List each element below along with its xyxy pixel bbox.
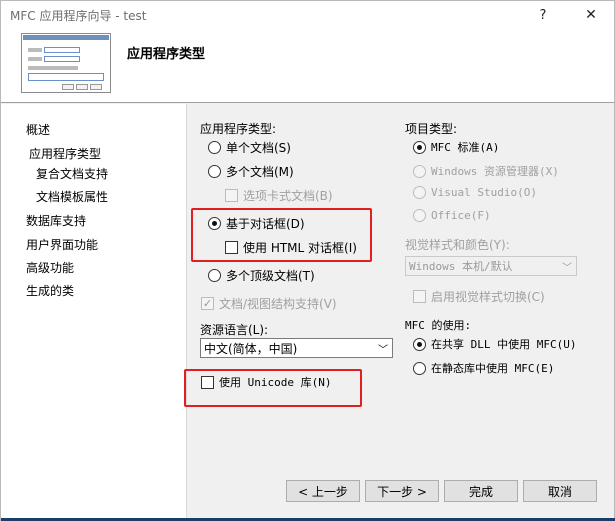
tabbed-documents-label: 选项卡式文档(B) <box>243 189 333 203</box>
options-panel: 应用程序类型: 单个文档(S) 多个文档(M) 选项卡式文档(B) 基于对话框(… <box>184 104 614 520</box>
tabbed-documents-checkbox[interactable] <box>225 189 238 202</box>
highlight-box-unicode <box>184 369 362 407</box>
chevron-down-icon: ﹀ <box>378 344 388 356</box>
mfc-use-label: MFC 的使用: <box>405 319 472 332</box>
help-button[interactable]: ? <box>520 1 566 29</box>
office-option[interactable]: Office(F) <box>413 209 491 222</box>
windows-explorer-option[interactable]: Windows 资源管理器(X) <box>413 163 559 179</box>
visual-style-label: 视觉样式和颜色(Y): <box>405 238 510 252</box>
visual-style-dropdown[interactable]: Windows 本机/默认 ﹀ <box>405 256 577 276</box>
multiple-toplevel-label: 多个顶级文档(T) <box>226 269 315 283</box>
nav-item-database-support[interactable]: 数据库支持 <box>26 212 86 229</box>
office-radio[interactable] <box>413 209 426 222</box>
next-button[interactable]: 下一步 > <box>365 480 439 502</box>
single-document-label: 单个文档(S) <box>226 141 291 155</box>
multiple-documents-radio[interactable] <box>208 165 221 178</box>
static-lib-label: 在静态库中使用 MFC(E) <box>431 362 555 375</box>
resource-language-dropdown[interactable]: 中文(简体，中国) ﹀ <box>200 338 393 358</box>
wizard-nav: 概述 应用程序类型 复合文档支持 文档模板属性 数据库支持 用户界面功能 高级功… <box>1 104 187 521</box>
doc-view-support-label: 文档/视图结构支持(V) <box>219 297 337 311</box>
close-button[interactable]: ✕ <box>568 1 614 29</box>
finish-button[interactable]: 完成 <box>444 480 518 502</box>
static-lib-radio[interactable] <box>413 361 426 375</box>
multiple-documents-label: 多个文档(M) <box>226 165 294 179</box>
title-bar: MFC 应用程序向导 - test ? ✕ <box>1 1 614 29</box>
windows-explorer-label: Windows 资源管理器(X) <box>431 165 559 178</box>
office-label: Office(F) <box>431 209 491 222</box>
mfc-standard-radio[interactable] <box>413 140 426 154</box>
app-type-label: 应用程序类型: <box>200 122 277 136</box>
mfc-standard-label: MFC 标准(A) <box>431 141 500 154</box>
shared-dll-label: 在共享 DLL 中使用 MFC(U) <box>431 338 577 351</box>
mfc-wizard-window: MFC 应用程序向导 - test ? ✕ 应用程序类型 概述 应用程序类型 复… <box>0 0 615 521</box>
chevron-down-icon: ﹀ <box>562 262 572 274</box>
wizard-banner: 应用程序类型 <box>1 29 614 103</box>
doc-view-support-checkbox[interactable]: ✓ <box>201 297 214 310</box>
visual-style-value: Windows 本机/默认 <box>409 260 513 273</box>
cancel-button[interactable]: 取消 <box>523 480 597 502</box>
dialog-preview-image <box>21 33 111 93</box>
page-title: 应用程序类型 <box>127 47 206 62</box>
enable-style-switch-option[interactable]: 启用视觉样式切换(C) <box>413 288 545 305</box>
visual-studio-label: Visual Studio(O) <box>431 186 537 199</box>
nav-item-compound-document[interactable]: 复合文档支持 <box>36 165 108 182</box>
shared-dll-radio[interactable] <box>413 337 426 351</box>
nav-item-advanced-features[interactable]: 高级功能 <box>26 259 74 276</box>
single-document-radio[interactable] <box>208 141 221 154</box>
multiple-documents-option[interactable]: 多个文档(M) <box>208 163 294 180</box>
tabbed-documents-option[interactable]: 选项卡式文档(B) <box>225 187 333 204</box>
mfc-standard-option[interactable]: MFC 标准(A) <box>413 139 499 155</box>
nav-item-application-type[interactable]: 应用程序类型 <box>29 145 101 162</box>
enable-style-switch-label: 启用视觉样式切换(C) <box>431 290 545 304</box>
windows-explorer-radio[interactable] <box>413 164 426 178</box>
nav-item-user-interface[interactable]: 用户界面功能 <box>26 236 98 253</box>
visual-studio-radio[interactable] <box>413 186 426 199</box>
multiple-toplevel-radio[interactable] <box>208 269 221 282</box>
highlight-box-dialog <box>191 208 372 262</box>
nav-item-document-template[interactable]: 文档模板属性 <box>36 188 108 205</box>
resource-language-value: 中文(简体，中国) <box>204 341 298 356</box>
doc-view-support-option[interactable]: ✓ 文档/视图结构支持(V) <box>201 295 337 312</box>
static-lib-option[interactable]: 在静态库中使用 MFC(E) <box>413 360 554 376</box>
nav-item-generated-classes[interactable]: 生成的类 <box>26 282 74 299</box>
multiple-toplevel-option[interactable]: 多个顶级文档(T) <box>208 267 315 284</box>
single-document-option[interactable]: 单个文档(S) <box>208 139 291 156</box>
shared-dll-option[interactable]: 在共享 DLL 中使用 MFC(U) <box>413 336 576 352</box>
visual-studio-option[interactable]: Visual Studio(O) <box>413 186 537 199</box>
nav-item-overview[interactable]: 概述 <box>26 121 50 138</box>
resource-language-label: 资源语言(L): <box>200 323 269 337</box>
window-title: MFC 应用程序向导 - test <box>10 9 147 23</box>
project-type-label: 项目类型: <box>405 122 458 136</box>
previous-button[interactable]: < 上一步 <box>286 480 360 502</box>
enable-style-switch-checkbox[interactable] <box>413 290 426 303</box>
